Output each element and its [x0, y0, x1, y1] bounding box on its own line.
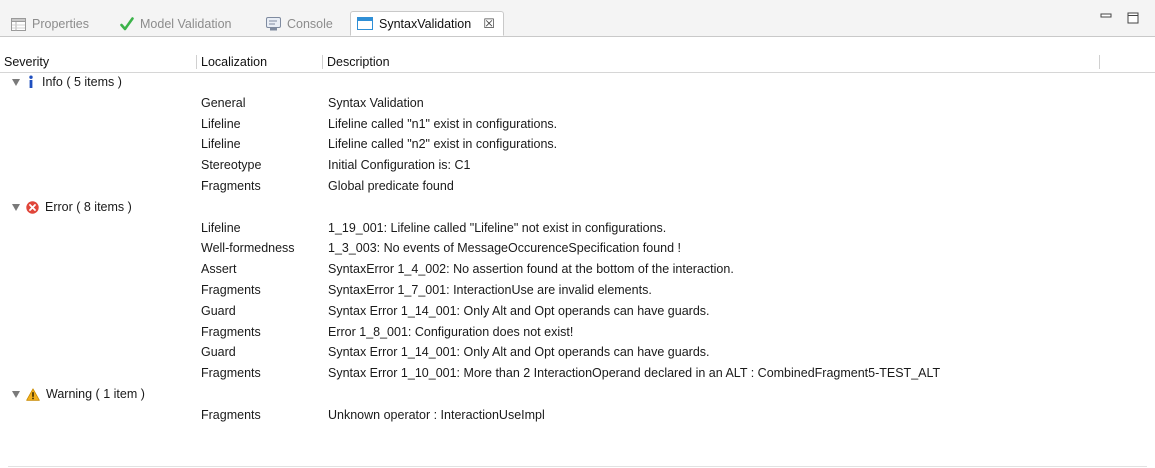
localization-cell: General — [201, 95, 246, 110]
localization-cell: Lifeline — [201, 137, 241, 152]
severity-cell: Info ( 5 items ) — [12, 72, 122, 93]
localization-cell: Lifeline — [201, 116, 241, 131]
description-cell: Lifeline called "n2" exist in configurat… — [328, 137, 558, 152]
table-row[interactable]: General Syntax Validation — [0, 93, 1155, 114]
localization-cell: Fragments — [201, 282, 261, 297]
table-row[interactable]: Fragments Global predicate found — [0, 176, 1155, 197]
table-header: Severity Localization Description — [0, 52, 1155, 73]
syntax-validation-view: Properties Model Validation Console Synt… — [0, 0, 1155, 468]
table-row[interactable]: Lifeline Lifeline called "n1" exist in c… — [0, 114, 1155, 135]
group-row-error[interactable]: Error ( 8 items ) — [0, 197, 1155, 218]
expand-triangle-icon[interactable] — [12, 79, 20, 87]
validation-tree: Info ( 5 items ) General Syntax Validati… — [0, 72, 1155, 426]
tab-bar: Properties Model Validation Console Synt… — [0, 0, 1155, 37]
table-row[interactable]: Assert SyntaxError 1_4_002: No assertion… — [0, 259, 1155, 280]
description-cell: Syntax Validation — [328, 95, 424, 110]
localization-cell: Guard — [201, 303, 236, 318]
properties-icon — [11, 17, 26, 31]
description-cell: 1_19_001: Lifeline called "Lifeline" not… — [328, 220, 667, 235]
table-row[interactable]: Lifeline Lifeline called "n2" exist in c… — [0, 134, 1155, 155]
description-cell: Syntax Error 1_14_001: Only Alt and Opt … — [328, 345, 710, 360]
localization-cell: Well-formedness — [201, 241, 295, 256]
description-cell: Error 1_8_001: Configuration does not ex… — [328, 324, 574, 339]
tab-model-validation[interactable]: Model Validation — [120, 13, 232, 35]
tab-syntax-validation[interactable]: SyntaxValidation ☒ — [350, 11, 504, 36]
console-icon — [266, 17, 281, 31]
table-row[interactable]: Fragments SyntaxError 1_7_001: Interacti… — [0, 280, 1155, 301]
tab-label: Console — [287, 17, 333, 31]
localization-cell: Lifeline — [201, 220, 241, 235]
expand-triangle-icon[interactable] — [12, 204, 20, 212]
localization-cell: Assert — [201, 262, 237, 277]
localization-cell: Fragments — [201, 366, 261, 381]
error-icon — [26, 200, 39, 214]
warning-icon — [26, 388, 40, 401]
tab-label: Properties — [32, 17, 89, 31]
localization-cell: Fragments — [201, 178, 261, 193]
group-label: Error ( 8 items ) — [45, 199, 132, 214]
expand-triangle-icon[interactable] — [12, 391, 20, 399]
table-row[interactable]: Lifeline 1_19_001: Lifeline called "Life… — [0, 218, 1155, 239]
description-cell: SyntaxError 1_7_001: InteractionUse are … — [328, 282, 652, 297]
description-cell: Syntax Error 1_10_001: More than 2 Inter… — [328, 366, 941, 381]
severity-cell: Error ( 8 items ) — [12, 197, 132, 218]
view-icon — [357, 17, 373, 30]
tab-label: SyntaxValidation — [379, 16, 472, 31]
tab-label: Model Validation — [140, 17, 232, 31]
column-divider[interactable] — [1099, 55, 1100, 69]
maximize-icon[interactable] — [1125, 10, 1141, 26]
tab-properties[interactable]: Properties — [11, 13, 89, 35]
group-row-warning[interactable]: Warning ( 1 item ) — [0, 384, 1155, 405]
description-cell: SyntaxError 1_4_002: No assertion found … — [328, 262, 734, 277]
table-row[interactable]: Fragments Error 1_8_001: Configuration d… — [0, 322, 1155, 343]
table-row[interactable]: Fragments Syntax Error 1_10_001: More th… — [0, 363, 1155, 384]
group-label: Warning ( 1 item ) — [46, 386, 145, 401]
column-header-description[interactable]: Description — [323, 52, 1099, 72]
column-header-localization[interactable]: Localization — [197, 52, 322, 72]
table-row[interactable]: Guard Syntax Error 1_14_001: Only Alt an… — [0, 342, 1155, 363]
description-cell: Syntax Error 1_14_001: Only Alt and Opt … — [328, 303, 710, 318]
group-label: Info ( 5 items ) — [42, 75, 122, 89]
table-row[interactable]: Guard Syntax Error 1_14_001: Only Alt an… — [0, 301, 1155, 322]
localization-cell: Stereotype — [201, 158, 262, 173]
localization-cell: Fragments — [201, 407, 261, 422]
checkmark-icon — [120, 17, 134, 31]
description-cell: Global predicate found — [328, 178, 454, 193]
table-row[interactable]: Stereotype Initial Configuration is: C1 — [0, 155, 1155, 176]
table-row[interactable]: Well-formedness 1_3_003: No events of Me… — [0, 238, 1155, 259]
column-header-severity[interactable]: Severity — [0, 52, 196, 72]
table-row[interactable]: Fragments Unknown operator : Interaction… — [0, 405, 1155, 426]
description-cell: Lifeline called "n1" exist in configurat… — [328, 116, 558, 131]
description-cell: Unknown operator : InteractionUseImpl — [328, 407, 545, 422]
localization-cell: Fragments — [201, 324, 261, 339]
close-icon[interactable]: ☒ — [483, 16, 495, 32]
localization-cell: Guard — [201, 345, 236, 360]
tab-console[interactable]: Console — [266, 13, 333, 35]
view-bottom-border — [8, 466, 1147, 467]
minimize-icon[interactable] — [1098, 10, 1114, 26]
description-cell: 1_3_003: No events of MessageOccurenceSp… — [328, 241, 681, 256]
description-cell: Initial Configuration is: C1 — [328, 158, 471, 173]
info-icon — [26, 75, 36, 89]
group-row-info[interactable]: Info ( 5 items ) — [0, 72, 1155, 93]
severity-cell: Warning ( 1 item ) — [12, 384, 145, 405]
